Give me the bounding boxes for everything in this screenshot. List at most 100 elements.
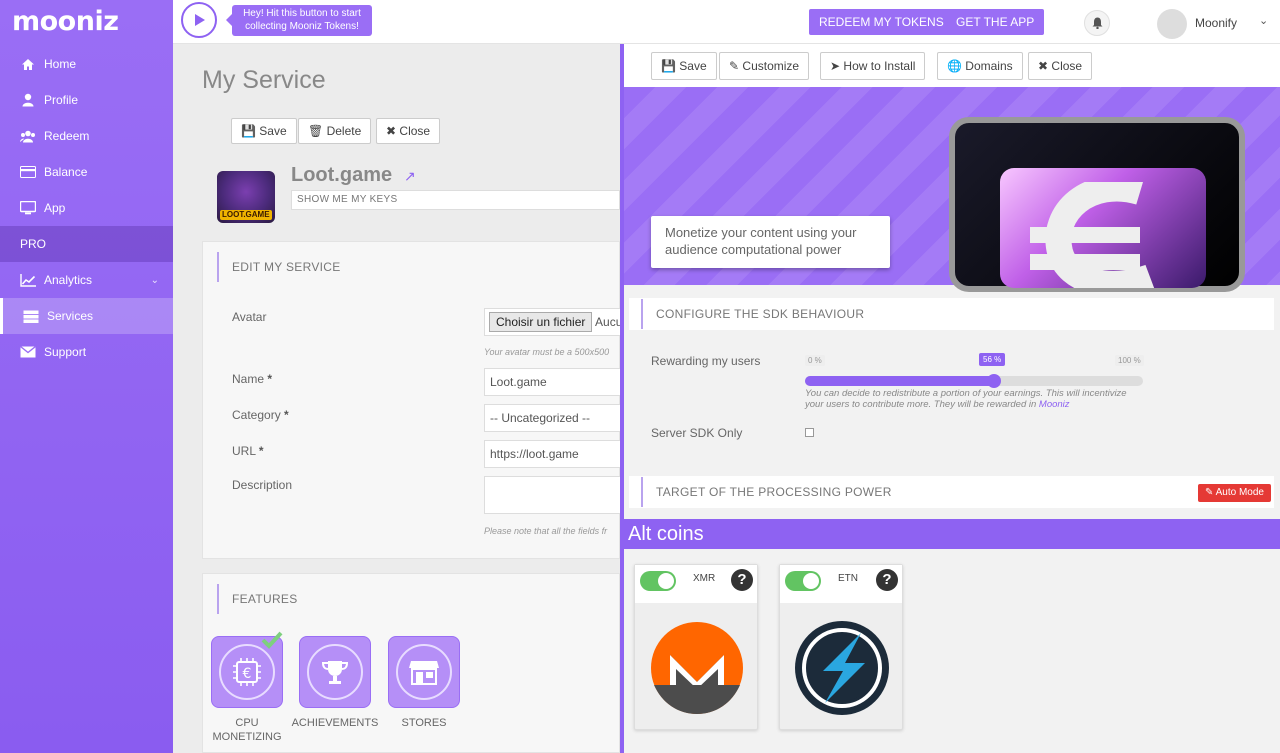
users-icon	[20, 129, 36, 143]
sidebar-item-balance[interactable]: Balance	[0, 154, 173, 190]
sidebar-item-label: App	[44, 201, 66, 215]
sidebar-item-support[interactable]: Support	[0, 334, 173, 370]
service-name: Loot.game	[291, 164, 393, 186]
redeem-tokens-button[interactable]: REDEEM MY TOKENS	[809, 9, 954, 35]
sidebar-item-profile[interactable]: Profile	[0, 82, 173, 118]
coin-card-header: ETN ?	[780, 565, 902, 603]
sidebar-item-label: Redeem	[44, 129, 90, 143]
notifications-button[interactable]	[1084, 10, 1110, 36]
required-mark: *	[258, 444, 264, 458]
feature-cpu-monetizing[interactable]: €	[211, 631, 283, 708]
edit-icon: ✎	[729, 59, 740, 73]
feature-label: ACHIEVEMENTS	[291, 717, 379, 729]
sidebar-item-label: Analytics	[44, 273, 93, 287]
slider-min-label: 0 %	[805, 355, 825, 366]
fields-hint: Please note that all the fields fr	[484, 526, 608, 536]
file-status: Aucu	[595, 315, 623, 329]
feature-label: CPU MONETIZING	[212, 717, 282, 743]
mooniz-link[interactable]: Mooniz	[1039, 399, 1070, 410]
category-label-text: Category	[232, 408, 281, 422]
topbar: Hey! Hit this button to start collecting…	[173, 0, 1280, 44]
home-icon	[20, 57, 36, 71]
monitor-icon	[20, 201, 36, 215]
card-icon	[20, 165, 36, 179]
rocket-icon: ➤	[830, 59, 841, 73]
customize-button[interactable]: ✎ Customize	[719, 52, 810, 80]
sidebar-item-app[interactable]: App	[0, 190, 173, 226]
feature-icon-ring	[396, 644, 452, 700]
close-label: Close	[1051, 59, 1083, 73]
coin-card-xmr: XMR ?	[634, 564, 758, 730]
sidebar-item-home[interactable]: Home	[0, 46, 173, 82]
domains-button[interactable]: 🌐 Domains	[937, 52, 1023, 80]
close-icon: ✖	[1038, 59, 1049, 73]
external-link-icon[interactable]: ↗	[404, 168, 416, 185]
save-label: Save	[259, 124, 287, 138]
server-icon	[23, 309, 39, 323]
coin-name: XMR	[693, 573, 716, 584]
main-content: My Service 💾 Save 🗑 Delete ✖ Close LOOT.…	[173, 44, 624, 753]
avatar-label: Avatar	[232, 310, 267, 324]
name-field[interactable]: Loot.game	[484, 368, 624, 396]
get-app-button[interactable]: GET THE APP	[946, 9, 1045, 35]
required-mark: *	[284, 408, 289, 422]
save-button[interactable]: 💾 Save	[231, 118, 297, 144]
slider-handle[interactable]	[987, 374, 1001, 388]
coin-toggle[interactable]	[785, 571, 821, 591]
section-heading: TARGET OF THE PROCESSING POWER	[641, 477, 892, 507]
sidebar-item-label: Support	[44, 345, 87, 359]
sidebar-item-analytics[interactable]: Analytics ⌄	[0, 262, 173, 298]
sidebar-item-label: Home	[44, 57, 77, 71]
user-name[interactable]: Moonify	[1195, 16, 1237, 30]
feature-stores[interactable]	[388, 636, 460, 708]
coin-toggle[interactable]	[640, 571, 676, 591]
feature-icon-ring: €	[219, 644, 275, 700]
url-field[interactable]: https://loot.game	[484, 440, 624, 468]
play-button[interactable]	[181, 2, 217, 38]
delete-button[interactable]: 🗑 Delete	[298, 118, 372, 144]
choose-file-button[interactable]: Choisir un fichier	[489, 312, 593, 332]
slider-max-label: 100 %	[1115, 355, 1144, 366]
store-icon	[409, 661, 439, 685]
how-to-install-button[interactable]: ➤ How to Install	[820, 52, 926, 80]
save-icon: 💾	[661, 59, 676, 73]
chevron-down-icon[interactable]: ⌄	[1259, 14, 1268, 27]
reward-slider[interactable]	[805, 374, 1143, 388]
sidebar-nav: Home Profile Redeem Balance App PRO Anal…	[0, 46, 173, 370]
avatar[interactable]	[1157, 9, 1187, 39]
server-sdk-checkbox[interactable]	[805, 428, 814, 437]
url-label: URL *	[232, 444, 264, 458]
feature-achievements[interactable]	[299, 636, 371, 708]
category-select[interactable]: -- Uncategorized --	[484, 404, 624, 432]
sidebar-item-redeem[interactable]: Redeem	[0, 118, 173, 154]
description-field[interactable]	[484, 476, 624, 514]
help-icon[interactable]: ?	[876, 569, 898, 591]
chevron-down-icon[interactable]: ⌄	[151, 275, 159, 286]
save-icon: 💾	[241, 124, 256, 138]
sidebar-item-label: Balance	[44, 165, 88, 179]
name-label-text: Name	[232, 372, 265, 386]
save-label: Save	[679, 59, 707, 73]
alt-coins-heading: Alt coins	[624, 519, 1280, 549]
show-keys-field[interactable]: SHOW ME MY KEYS	[291, 190, 620, 210]
svg-text:€: €	[243, 666, 252, 682]
customize-label: Customize	[742, 59, 800, 73]
help-icon[interactable]: ?	[731, 569, 753, 591]
slider-value-label: 56 %	[979, 353, 1006, 366]
auto-mode-label: Auto Mode	[1215, 487, 1264, 498]
required-mark: *	[267, 372, 273, 386]
server-sdk-label: Server SDK Only	[651, 426, 743, 440]
logo[interactable]: mooniz	[12, 6, 119, 37]
close-button[interactable]: ✖ Close	[376, 118, 441, 144]
panel-save-button[interactable]: 💾 Save	[651, 52, 717, 80]
auto-mode-button[interactable]: ✎ Auto Mode	[1198, 484, 1271, 502]
page-title: My Service	[202, 66, 326, 94]
bell-icon	[1092, 17, 1102, 29]
delete-label: Delete	[326, 124, 362, 138]
play-icon	[195, 14, 205, 26]
sidebar: mooniz Home Profile Redeem Balance App P…	[0, 0, 173, 753]
start-tooltip: Hey! Hit this button to start collecting…	[226, 5, 372, 36]
sidebar-item-services[interactable]: Services	[0, 298, 173, 334]
avatar-file-input[interactable]: Choisir un fichier Aucu	[484, 308, 624, 336]
panel-close-button[interactable]: ✖ Close	[1028, 52, 1093, 80]
